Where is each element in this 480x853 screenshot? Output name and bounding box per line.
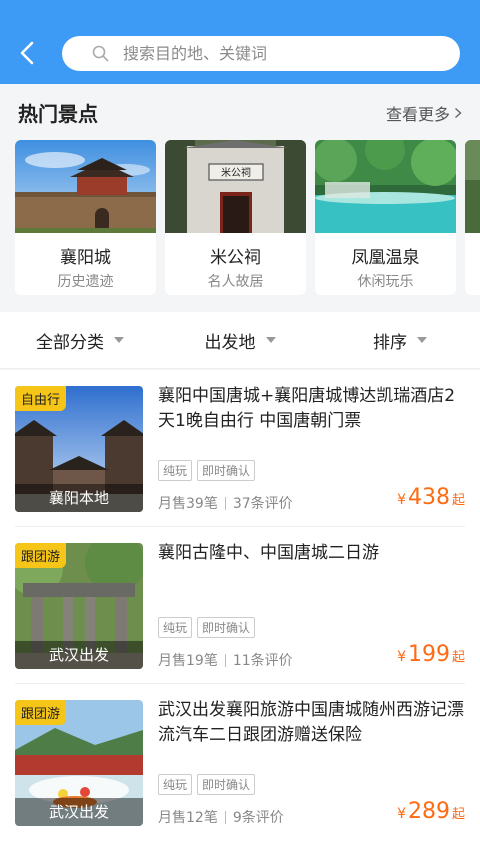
product-title: 襄阳古隆中、中国唐城二日游 [158,543,379,563]
spot-tag: 休闲玩乐 [357,274,414,290]
filter-label: 排序 [373,332,407,353]
back-button[interactable] [10,36,44,70]
product-stats: 月售12笔 9条评价 [158,807,284,827]
spot-name: 襄阳城 [60,248,111,268]
product-stats: 月售19笔 11条评价 [158,650,293,670]
chevron-right-icon [455,107,462,119]
divider [224,653,226,667]
filter-sort[interactable]: 排序 [320,312,480,368]
caret-down-icon [265,337,276,343]
search-icon [92,45,109,62]
product-tags: 纯玩 即时确认 [158,617,256,638]
spot-photo-hot-spring [315,140,456,233]
product-list: 自由行 襄阳本地 襄阳中国唐城+襄阳唐城博达凯瑞酒店2天1晚自由行 中国唐朝门票… [0,370,480,853]
filter-category[interactable]: 全部分类 [0,312,160,368]
temple-plaque-text: 米公祠 [221,166,251,179]
spot-cards-row: 襄阳城 历史遗迹 米公祠 米公祠 名人故居 凤凰温泉 休闲玩乐 [15,140,480,296]
spot-photo-partial [465,140,480,233]
spot-card-partial[interactable] [465,140,480,295]
filter-departure[interactable]: 出发地 [160,312,320,368]
product-item[interactable]: 跟团游 武汉出发 襄阳古隆中、中国唐城二日游 纯玩 即时确认 月售19笔 11条… [15,527,465,684]
top-bar [0,0,480,84]
product-origin: 武汉出发 [15,798,143,826]
product-title: 襄阳中国唐城+襄阳唐城博达凯瑞酒店2天1晚自由行 中国唐朝门票 [158,386,456,431]
spot-card[interactable]: 米公祠 米公祠 名人故居 [165,140,306,295]
price-suffix: 起 [451,650,465,665]
chevron-left-icon [20,41,34,65]
price-value: 438 [407,485,450,510]
price-currency: ¥ [397,492,406,508]
hot-spots-section: 热门景点 查看更多 襄阳城 历史遗迹 米公祠 米公祠 名人故居 凤凰温泉 休闲玩… [0,84,480,312]
product-type-badge: 跟团游 [15,700,67,725]
caret-down-icon [114,337,124,343]
product-tag: 纯玩 [158,774,193,795]
spot-card[interactable]: 襄阳城 历史遗迹 [15,140,156,295]
product-tag: 即时确认 [197,774,256,795]
price-currency: ¥ [397,806,406,822]
price-currency: ¥ [397,649,406,665]
product-photo: 自由行 襄阳本地 [15,386,143,512]
product-type-badge: 自由行 [15,386,67,411]
spot-name: 米公祠 [210,248,261,268]
spot-name: 凤凰温泉 [351,248,420,268]
product-price: ¥ 289 起 [397,799,465,824]
monthly-sales: 月售19笔 [158,653,218,669]
see-more-link[interactable]: 查看更多 [386,101,462,125]
review-count: 37条评价 [232,496,293,512]
monthly-sales: 月售39笔 [158,496,218,512]
filter-label: 全部分类 [36,332,104,353]
caret-down-icon [417,337,427,343]
price-suffix: 起 [451,807,465,822]
product-tags: 纯玩 即时确认 [158,774,256,795]
spot-tag: 历史遗迹 [57,274,114,290]
product-title: 武汉出发襄阳旅游中国唐城随州西游记漂流汽车二日跟团游赠送保险 [158,700,464,745]
divider [224,810,226,824]
spot-tag: 名人故居 [207,274,264,290]
section-title: 热门景点 [18,102,98,126]
product-photo: 跟团游 武汉出发 [15,543,143,669]
filter-label: 出发地 [204,332,256,353]
spot-card[interactable]: 凤凰温泉 休闲玩乐 [315,140,456,295]
product-origin: 武汉出发 [15,641,143,669]
search-box[interactable] [62,36,460,71]
product-tag: 即时确认 [197,617,256,638]
product-origin: 襄阳本地 [15,484,143,512]
product-price: ¥ 199 起 [397,642,465,667]
product-tag: 纯玩 [158,617,193,638]
product-type-badge: 跟团游 [15,543,67,568]
price-value: 199 [407,642,450,667]
divider [224,496,226,510]
monthly-sales: 月售12笔 [158,810,218,826]
spot-photo-temple-gate: 米公祠 [165,140,306,233]
product-price: ¥ 438 起 [397,485,465,510]
review-count: 11条评价 [232,653,293,669]
product-item[interactable]: 跟团游 武汉出发 武汉出发襄阳旅游中国唐城随州西游记漂流汽车二日跟团游赠送保险 … [15,684,465,841]
product-tags: 纯玩 即时确认 [158,460,256,481]
product-photo: 跟团游 武汉出发 [15,700,143,826]
product-tag: 纯玩 [158,460,193,481]
product-item[interactable]: 自由行 襄阳本地 襄阳中国唐城+襄阳唐城博达凯瑞酒店2天1晚自由行 中国唐朝门票… [15,370,465,527]
price-suffix: 起 [451,493,465,508]
product-tag: 即时确认 [197,460,256,481]
price-value: 289 [407,799,450,824]
product-stats: 月售39笔 37条评价 [158,493,293,513]
search-input[interactable] [96,44,460,63]
review-count: 9条评价 [232,810,284,826]
see-more-label: 查看更多 [385,105,450,124]
filter-bar: 全部分类 出发地 排序 [0,312,480,369]
spot-photo-city-wall [15,140,156,233]
